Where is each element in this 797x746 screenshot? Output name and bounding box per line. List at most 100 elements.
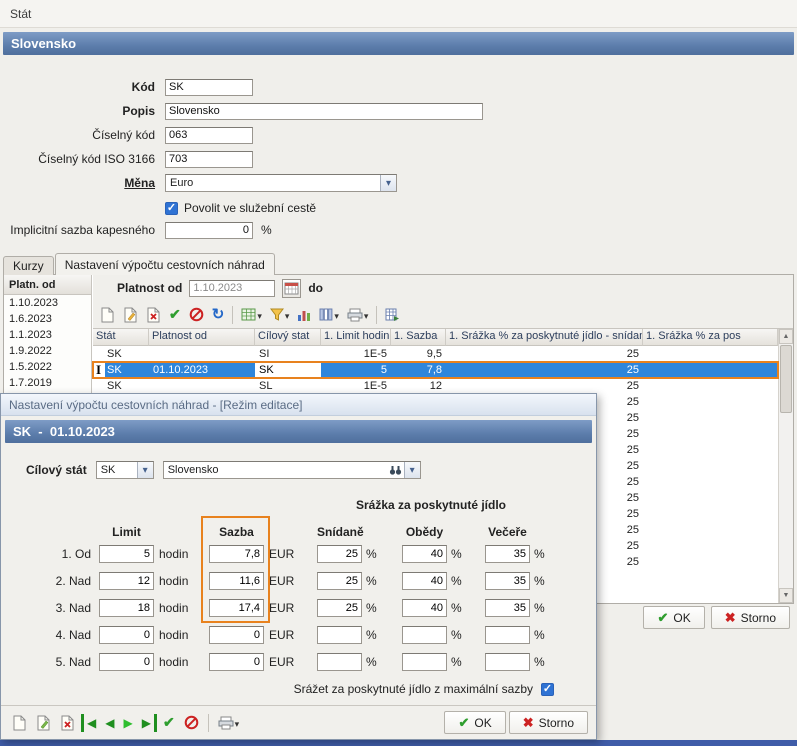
cancel-icon[interactable] — [181, 713, 202, 732]
form-row-mena: Měna Euro — [3, 174, 397, 192]
limit-input[interactable] — [99, 599, 154, 617]
sazba-input[interactable] — [209, 545, 264, 563]
date-list-item[interactable]: 1.5.2022 — [4, 359, 91, 375]
table-row[interactable]: ISK SL 1E-5 12 25 — [93, 378, 778, 394]
chevron-down-icon[interactable] — [380, 175, 396, 191]
kod-input[interactable] — [165, 79, 253, 96]
limit-input[interactable] — [99, 572, 154, 590]
date-list-item[interactable]: 1.9.2022 — [4, 343, 91, 359]
limit-input[interactable] — [99, 653, 154, 671]
calendar-icon[interactable] — [282, 279, 301, 298]
chevron-down-icon[interactable] — [404, 462, 420, 478]
cilovy-stat-name-combo[interactable]: Slovensko — [163, 461, 421, 479]
vecere-input[interactable] — [485, 572, 530, 590]
platnost-od-input[interactable] — [189, 280, 275, 297]
dialog-ok-button[interactable]: OK — [444, 711, 505, 734]
chevron-down-icon[interactable] — [285, 308, 290, 322]
sazba-input[interactable] — [209, 572, 264, 590]
srazet-checkbox[interactable] — [541, 683, 554, 696]
date-list-item[interactable]: 1.1.2023 — [4, 327, 91, 343]
vertical-scrollbar[interactable] — [778, 329, 793, 603]
chevron-down-icon[interactable] — [257, 308, 262, 322]
print-icon[interactable] — [344, 306, 372, 324]
vecere-input[interactable] — [485, 545, 530, 563]
vecere-input[interactable] — [485, 599, 530, 617]
delete-record-icon[interactable] — [143, 305, 164, 325]
scrollbar-thumb[interactable] — [780, 345, 792, 413]
povolit-checkbox[interactable] — [165, 202, 178, 215]
table-row[interactable]: ISK 01.10.2023 SK 5 7,8 25 — [93, 362, 778, 378]
mena-combo[interactable]: Euro — [165, 174, 397, 192]
snidane-input[interactable] — [317, 626, 362, 644]
column-header[interactable]: 1. Limit hodin — [321, 329, 391, 346]
previous-record-icon[interactable] — [102, 714, 117, 732]
chevron-down-icon[interactable] — [364, 308, 369, 322]
first-record-icon[interactable] — [81, 714, 99, 732]
sazba-input[interactable] — [209, 626, 264, 644]
scroll-up-arrow[interactable] — [779, 329, 793, 344]
sazba-input[interactable] — [209, 653, 264, 671]
table-export-icon[interactable] — [382, 306, 403, 323]
percent-unit-label: % — [451, 628, 465, 642]
obedy-input[interactable] — [402, 599, 447, 617]
ciselny-kod-input[interactable] — [165, 127, 253, 144]
tab-nastaveni-nahrad[interactable]: Nastavení výpočtu cestovních náhrad — [55, 253, 275, 275]
snidane-input[interactable] — [317, 599, 362, 617]
srazet-checkbox-label[interactable]: Srážet za poskytnuté jídlo z maximální s… — [294, 682, 533, 696]
date-list-item[interactable]: 1.6.2023 — [4, 311, 91, 327]
vecere-input[interactable] — [485, 653, 530, 671]
search-icon[interactable] — [389, 464, 402, 476]
column-header[interactable]: 1. Srážka % za pos — [643, 329, 778, 346]
ok-button[interactable]: OK — [643, 606, 704, 629]
last-record-icon[interactable] — [139, 714, 157, 732]
next-record-icon[interactable] — [120, 714, 135, 732]
print-icon[interactable] — [215, 714, 243, 732]
chevron-down-icon[interactable] — [235, 716, 240, 730]
date-list-item[interactable]: 1.7.2019 — [4, 375, 91, 391]
column-header[interactable]: 1. Srážka % za poskytnuté jídlo - snídan… — [446, 329, 643, 346]
chevron-down-icon[interactable] — [137, 462, 153, 478]
povolit-label[interactable]: Povolit ve služební cestě — [184, 201, 316, 215]
accept-icon[interactable] — [160, 712, 178, 733]
table-row[interactable]: ISK SI 1E-5 9,5 25 — [93, 346, 778, 362]
obedy-input[interactable] — [402, 626, 447, 644]
vecere-input[interactable] — [485, 626, 530, 644]
tab-kurzy[interactable]: Kurzy — [3, 256, 54, 275]
new-record-icon[interactable] — [9, 713, 30, 733]
popis-input[interactable] — [165, 103, 483, 120]
refresh-icon[interactable] — [209, 305, 228, 324]
export-data-icon[interactable] — [238, 306, 265, 324]
obedy-input[interactable] — [402, 653, 447, 671]
snidane-input[interactable] — [317, 572, 362, 590]
scroll-down-arrow[interactable] — [779, 588, 793, 603]
kapesne-input[interactable] — [165, 222, 253, 239]
date-list-item[interactable]: 1.10.2023 — [4, 295, 91, 311]
column-header[interactable]: Cílový stat — [255, 329, 321, 346]
chevron-down-icon[interactable] — [334, 308, 339, 322]
accept-icon[interactable] — [166, 304, 184, 325]
cancel-icon[interactable] — [186, 305, 207, 324]
delete-record-icon[interactable] — [57, 713, 78, 733]
storno-button[interactable]: Storno — [711, 606, 790, 629]
column-header[interactable]: Stát — [93, 329, 149, 346]
snidane-input[interactable] — [317, 545, 362, 563]
filter-icon[interactable] — [267, 306, 293, 324]
limit-input[interactable] — [99, 626, 154, 644]
dialog-storno-button[interactable]: Storno — [509, 711, 588, 734]
iso-input[interactable] — [165, 151, 253, 168]
edit-record-icon[interactable] — [33, 713, 54, 733]
dialog-titlebar[interactable]: Nastavení výpočtu cestovních náhrad - [R… — [1, 394, 596, 416]
snidane-input[interactable] — [317, 653, 362, 671]
column-header[interactable]: Platnost od — [149, 329, 255, 346]
sazba-input[interactable] — [209, 599, 264, 617]
limit-input[interactable] — [99, 545, 154, 563]
chart-icon[interactable] — [294, 306, 314, 324]
column-header[interactable]: 1. Sazba — [391, 329, 446, 346]
edit-record-icon[interactable] — [120, 305, 141, 325]
obedy-input[interactable] — [402, 545, 447, 563]
columns-icon[interactable] — [316, 306, 342, 324]
cilovy-stat-code-combo[interactable]: SK — [96, 461, 154, 479]
new-record-icon[interactable] — [97, 305, 118, 325]
obedy-input[interactable] — [402, 572, 447, 590]
date-list-header[interactable]: Platn. od — [4, 275, 91, 295]
